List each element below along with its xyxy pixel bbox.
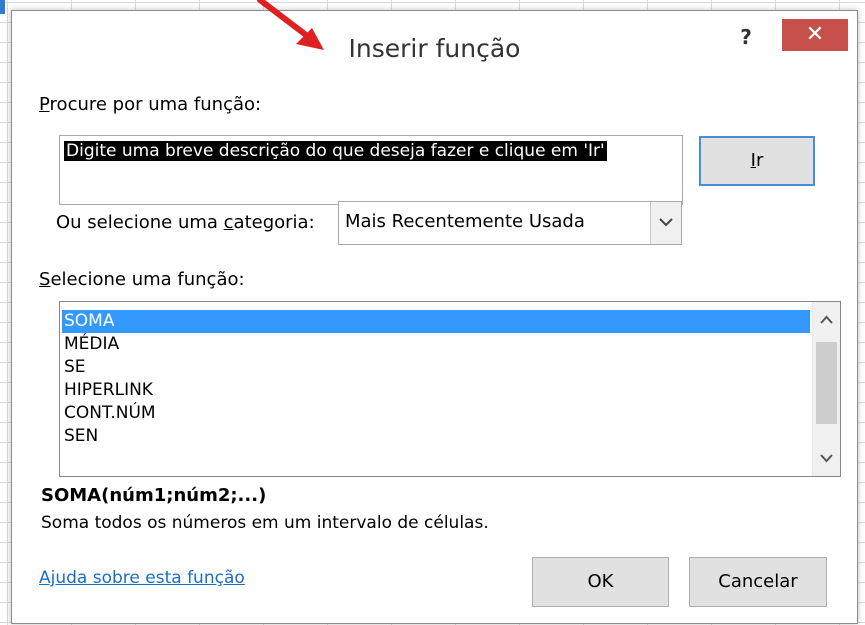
chevron-down-icon [659, 218, 673, 227]
scroll-down-button[interactable] [813, 448, 840, 468]
list-item[interactable]: MÉDIA [62, 333, 810, 356]
dialog-titlebar[interactable]: Inserir função ? ✕ [12, 11, 857, 79]
search-input-value: Digite uma breve descrição do que deseja… [64, 141, 607, 161]
category-dropdown-button[interactable] [650, 202, 681, 244]
list-item[interactable]: CONT.NÚM [62, 402, 810, 425]
function-syntax: SOMA(núm1;núm2;...) [41, 485, 267, 506]
search-label-text: rocure por uma função: [49, 94, 262, 115]
function-description: Soma todos os números em um intervalo de… [41, 513, 489, 533]
search-input[interactable]: Digite uma breve descrição do que deseja… [59, 135, 683, 205]
go-button[interactable]: Ir [699, 136, 815, 186]
list-item[interactable]: HIPERLINK [62, 379, 810, 402]
functions-label: Selecione uma função: [39, 269, 245, 290]
functions-label-text: elecione uma função: [50, 269, 245, 290]
help-link[interactable]: Ajuda sobre esta função [39, 568, 245, 588]
category-label-pre: Ou selecione uma [56, 212, 224, 233]
search-label-access-key: P [39, 94, 50, 115]
list-item[interactable]: SOMA [62, 310, 810, 333]
category-label-post: ategoria: [233, 212, 315, 233]
category-select-value: Mais Recentemente Usada [345, 211, 585, 232]
function-list[interactable]: SOMA MÉDIA SE HIPERLINK CONT.NÚM SEN [59, 301, 841, 477]
go-button-text: r [755, 150, 764, 171]
category-select[interactable]: Mais Recentemente Usada [338, 201, 682, 245]
function-list-scrollbar[interactable] [812, 302, 840, 476]
insert-function-dialog: Inserir função ? ✕ Procure por uma funçã… [11, 10, 858, 624]
category-label-access-key: c [223, 212, 234, 233]
red-arrow-icon [257, 0, 324, 50]
sheet-accent [0, 0, 5, 14]
functions-label-access-key: S [39, 269, 51, 290]
category-label: Ou selecione uma categoria: [56, 212, 315, 233]
search-label: Procure por uma função: [39, 94, 261, 115]
chevron-down-icon [820, 454, 833, 463]
ok-button[interactable]: OK [532, 557, 669, 607]
scroll-thumb[interactable] [816, 342, 837, 424]
scroll-up-button[interactable] [813, 310, 840, 330]
list-item[interactable]: SEN [62, 425, 810, 448]
cancel-button[interactable]: Cancelar [689, 557, 827, 607]
list-item[interactable]: SE [62, 356, 810, 379]
help-button[interactable]: ? [729, 23, 763, 51]
close-button[interactable]: ✕ [782, 19, 848, 51]
chevron-up-icon [820, 315, 833, 324]
